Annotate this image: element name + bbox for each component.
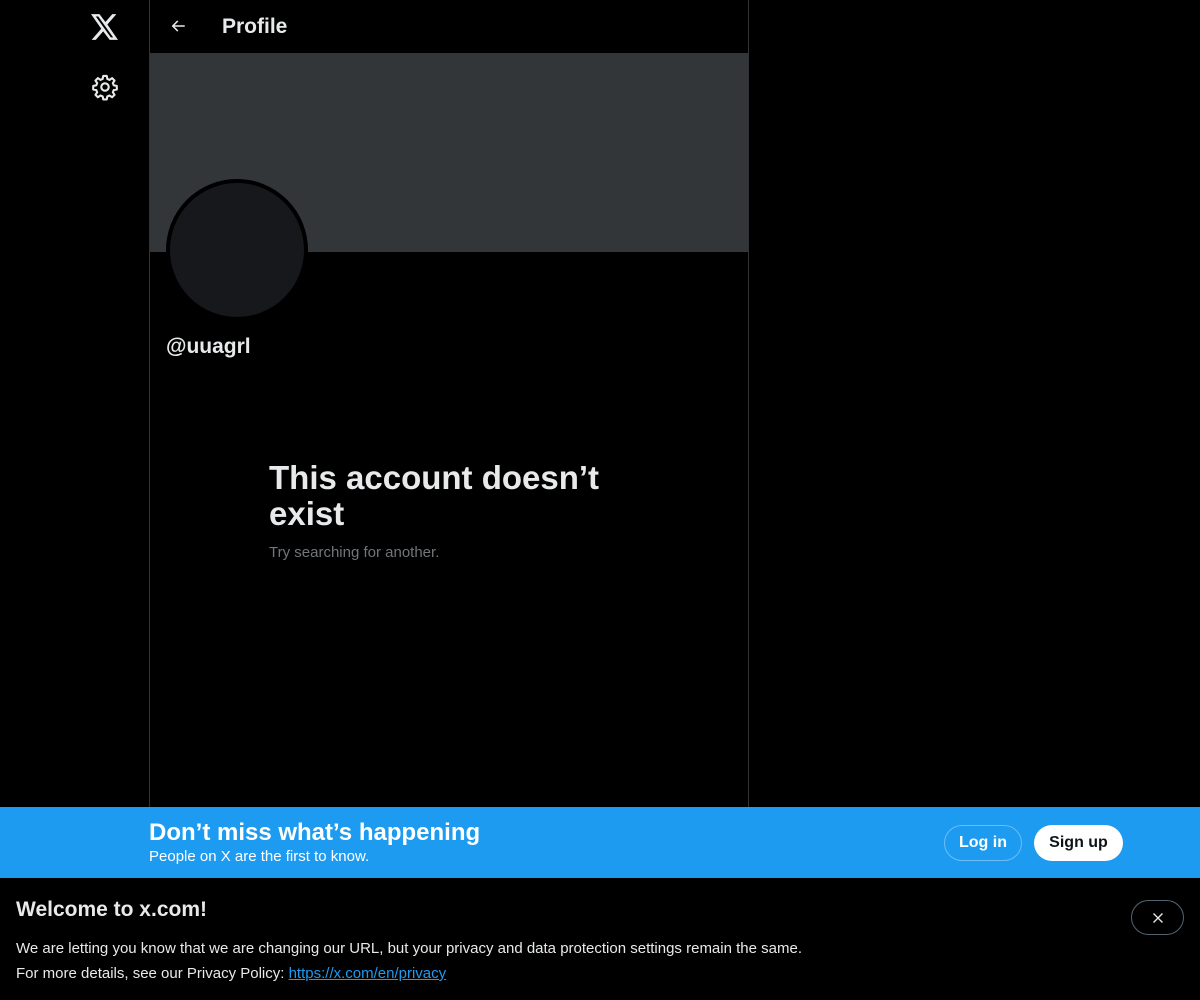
empty-state: This account doesn’t exist Try searching… <box>269 459 629 562</box>
settings-button[interactable] <box>91 73 119 101</box>
avatar <box>166 179 308 321</box>
welcome-line-2: For more details, see our Privacy Policy… <box>16 961 802 986</box>
signup-bar: Don’t miss what’s happening People on X … <box>0 807 1200 878</box>
signup-bar-title: Don’t miss what’s happening <box>149 819 481 846</box>
welcome-sheet: Welcome to x.com! We are letting you kno… <box>0 878 1200 1000</box>
signup-button[interactable]: Sign up <box>1034 825 1123 861</box>
profile-handle: @uuagrl <box>166 335 251 358</box>
close-button[interactable] <box>1131 900 1184 935</box>
login-button[interactable]: Log in <box>944 825 1022 861</box>
welcome-text: We are letting you know that we are chan… <box>16 936 802 986</box>
welcome-line-2-prefix: For more details, see our Privacy Policy… <box>16 965 289 982</box>
signup-bar-subtitle: People on X are the first to know. <box>149 848 370 865</box>
close-icon <box>1152 912 1163 923</box>
back-button[interactable] <box>164 12 192 40</box>
welcome-line-1: We are letting you know that we are chan… <box>16 940 802 957</box>
empty-state-title: This account doesn’t exist <box>269 459 600 532</box>
x-logo-icon[interactable] <box>91 14 119 40</box>
gear-icon <box>92 74 118 101</box>
arrow-left-icon <box>171 20 185 32</box>
profile-header: Profile <box>150 0 748 53</box>
empty-state-subtitle: Try searching for another. <box>269 544 440 561</box>
privacy-policy-link[interactable]: https://x.com/en/privacy <box>289 965 447 982</box>
welcome-title: Welcome to x.com! <box>16 898 207 921</box>
page-title: Profile <box>222 15 288 38</box>
